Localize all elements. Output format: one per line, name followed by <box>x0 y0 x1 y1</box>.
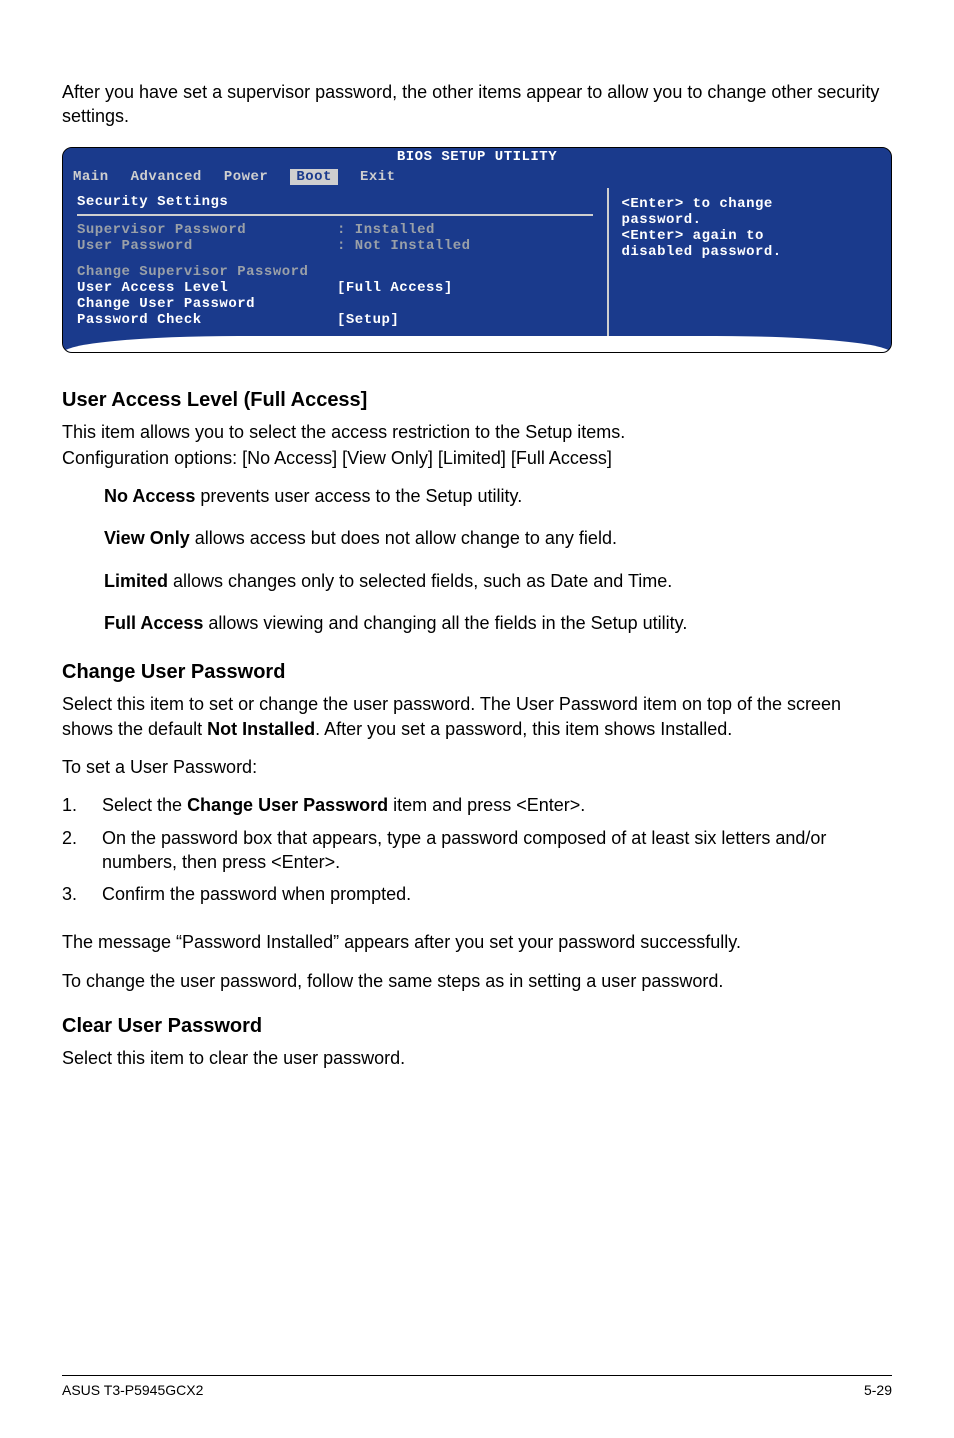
footer-model: ASUS T3-P5945GCX2 <box>62 1382 203 1398</box>
ual-desc-2: Configuration options: [No Access] [View… <box>62 446 892 470</box>
bios-right-panel: <Enter> to change password. <Enter> agai… <box>609 188 891 340</box>
bios-label: Password Check <box>77 312 337 328</box>
limited-desc: Limited allows changes only to selected … <box>104 569 892 593</box>
bios-change-supervisor: Change Supervisor Password <box>77 264 593 280</box>
bios-title: BIOS SETUP UTILITY <box>397 149 557 165</box>
bios-row-password-check: Password Check [Setup] <box>77 312 593 328</box>
bios-row-user-password: User Password : Not Installed <box>77 238 593 254</box>
bios-value: : Not Installed <box>337 238 593 254</box>
cup-step1-part2: item and press <Enter>. <box>388 795 585 815</box>
footer-page-number: 5-29 <box>864 1382 892 1398</box>
cup-desc: Select this item to set or change the us… <box>62 692 892 741</box>
bios-bottom-curve <box>63 340 891 352</box>
bios-menu-exit: Exit <box>360 169 396 185</box>
bios-label: User Access Level <box>77 280 337 296</box>
bios-help-line: <Enter> again to <box>621 228 879 244</box>
view-only-text: allows access but does not allow change … <box>190 528 617 548</box>
full-access-text: allows viewing and changing all the fiel… <box>203 613 687 633</box>
bios-help-line: disabled password. <box>621 244 879 260</box>
bios-screenshot: BIOS SETUP UTILITY Main Advanced Power B… <box>62 147 892 353</box>
cup-step1-bold: Change User Password <box>187 795 388 815</box>
no-access-label: No Access <box>104 486 195 506</box>
intro-text: After you have set a supervisor password… <box>62 80 892 129</box>
bios-menu-advanced: Advanced <box>131 169 202 185</box>
full-access-label: Full Access <box>104 613 203 633</box>
view-only-label: View Only <box>104 528 190 548</box>
cup-not-installed: Not Installed <box>207 719 315 739</box>
ual-desc-1: This item allows you to select the acces… <box>62 420 892 444</box>
bios-divider <box>77 214 593 216</box>
bios-label: User Password <box>77 238 337 254</box>
bios-value: [Full Access] <box>337 280 593 296</box>
full-access-desc: Full Access allows viewing and changing … <box>104 611 892 635</box>
cup-step-3: Confirm the password when prompted. <box>82 882 892 906</box>
no-access-text: prevents user access to the Setup utilit… <box>195 486 522 506</box>
cup-steps: Select the Change User Password item and… <box>62 793 892 914</box>
bios-body: Security Settings Supervisor Password : … <box>63 188 891 340</box>
bios-value: [Setup] <box>337 312 593 328</box>
limited-label: Limited <box>104 571 168 591</box>
cup-change: To change the user password, follow the … <box>62 969 892 993</box>
bios-label: Supervisor Password <box>77 222 337 238</box>
clear-desc: Select this item to clear the user passw… <box>62 1046 892 1070</box>
bios-menu-power: Power <box>224 169 269 185</box>
bios-menu-main: Main <box>73 169 109 185</box>
limited-text: allows changes only to selected fields, … <box>168 571 672 591</box>
bios-help-line: password. <box>621 212 879 228</box>
cup-desc-part2: . After you set a password, this item sh… <box>315 719 732 739</box>
bios-section-title: Security Settings <box>77 194 593 210</box>
cup-success: The message “Password Installed” appears… <box>62 930 892 954</box>
cup-to-set: To set a User Password: <box>62 755 892 779</box>
bios-menu-boot: Boot <box>290 169 338 185</box>
bios-title-bar: BIOS SETUP UTILITY <box>63 148 891 168</box>
bios-value: : Installed <box>337 222 593 238</box>
heading-change-user-password: Change User Password <box>62 661 892 684</box>
bios-row-user-access-level: User Access Level [Full Access] <box>77 280 593 296</box>
bios-label: Change User Password <box>77 296 337 312</box>
view-only-desc: View Only allows access but does not all… <box>104 526 892 550</box>
bios-row-change-user-password: Change User Password <box>77 296 593 312</box>
page-footer: ASUS T3-P5945GCX2 5-29 <box>62 1375 892 1398</box>
heading-clear-user-password: Clear User Password <box>62 1015 892 1038</box>
cup-step1-part1: Select the <box>102 795 187 815</box>
no-access-desc: No Access prevents user access to the Se… <box>104 484 892 508</box>
cup-step-1: Select the Change User Password item and… <box>82 793 892 817</box>
bios-row-supervisor: Supervisor Password : Installed <box>77 222 593 238</box>
bios-left-panel: Security Settings Supervisor Password : … <box>63 188 609 340</box>
bios-menu-bar: Main Advanced Power Boot Exit <box>63 168 891 188</box>
bios-value <box>337 296 593 312</box>
heading-user-access-level: User Access Level (Full Access] <box>62 389 892 412</box>
bios-help-line: <Enter> to change <box>621 196 879 212</box>
cup-step-2: On the password box that appears, type a… <box>82 826 892 875</box>
